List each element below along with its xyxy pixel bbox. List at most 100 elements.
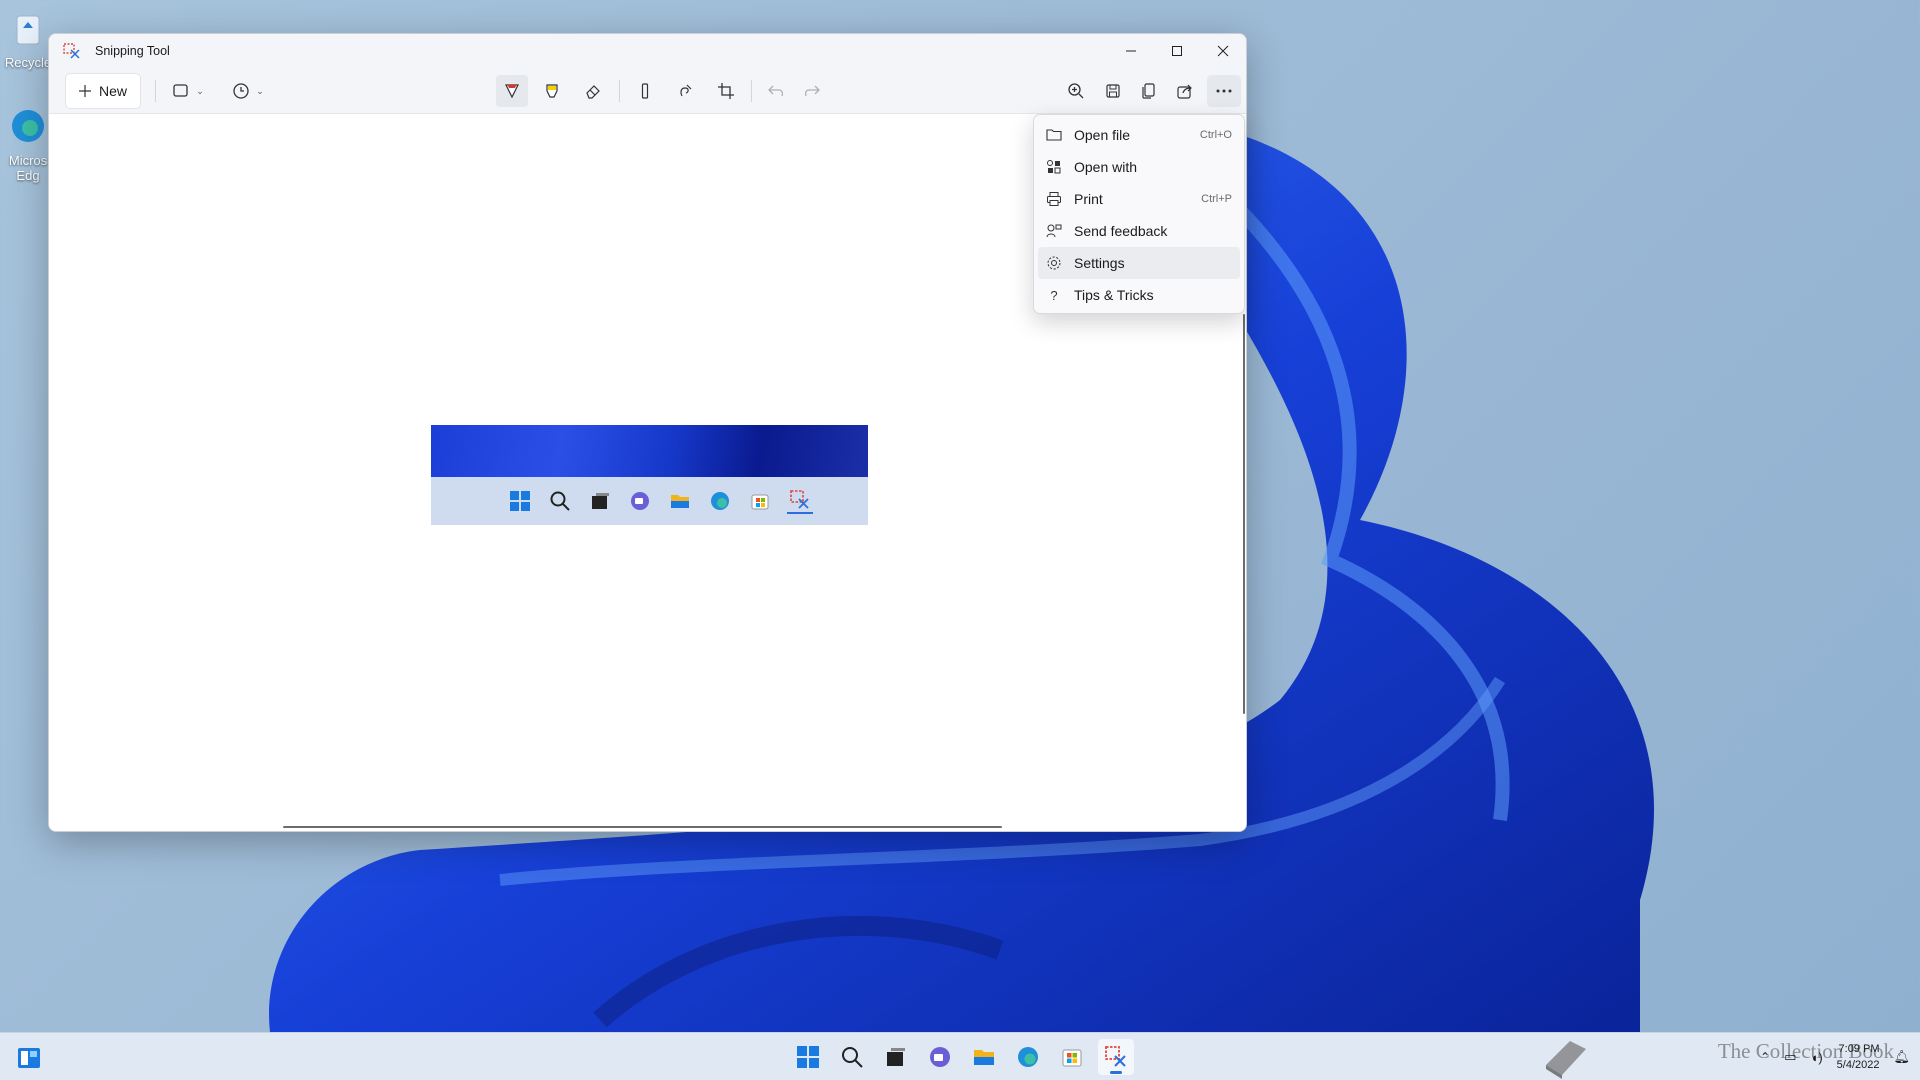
network-icon[interactable]: ▭ <box>1784 1049 1796 1065</box>
horizontal-scrollbar[interactable] <box>283 826 1002 828</box>
task-view-icon <box>887 1048 905 1066</box>
taskbar-store-button[interactable] <box>1054 1039 1090 1075</box>
feedback-icon <box>1046 223 1062 239</box>
start-icon <box>507 488 533 514</box>
menu-item-shortcut: Ctrl+P <box>1201 193 1232 205</box>
maximize-button[interactable] <box>1154 34 1200 68</box>
share-button[interactable] <box>1169 75 1201 107</box>
taskbar-edge-button[interactable] <box>1010 1039 1046 1075</box>
menu-item-label: Send feedback <box>1074 223 1168 239</box>
widgets-icon <box>18 1048 40 1068</box>
touch-writing-button[interactable] <box>670 75 702 107</box>
minimize-button[interactable] <box>1108 34 1154 68</box>
taskbar-file-explorer-button[interactable] <box>966 1039 1002 1075</box>
crop-button[interactable] <box>710 75 742 107</box>
rectangle-snip-icon <box>173 84 188 97</box>
search-icon <box>547 488 573 514</box>
delay-dropdown[interactable]: ⌄ <box>225 75 271 107</box>
clock-time: 7:09 PM <box>1838 1043 1880 1055</box>
desktop-icon-label: Micros Edg <box>8 153 48 183</box>
file-explorer-icon <box>667 488 693 514</box>
menu-item-shortcut: Ctrl+O <box>1199 129 1232 141</box>
vertical-scrollbar[interactable] <box>1243 314 1245 714</box>
close-button[interactable] <box>1200 34 1246 68</box>
recycle-bin-icon <box>16 15 40 45</box>
pen-icon <box>505 84 519 99</box>
save-button[interactable] <box>1097 75 1129 107</box>
highlighter-button[interactable] <box>536 75 568 107</box>
tray-chevron-icon[interactable]: ⌃ <box>1760 1050 1770 1064</box>
menu-item-label: Tips & Tricks <box>1074 287 1154 303</box>
printer-icon <box>1046 191 1062 207</box>
zoom-in-icon <box>1068 83 1084 99</box>
menu-item-print[interactable]: Print Ctrl+P <box>1038 183 1240 215</box>
window-title: Snipping Tool <box>95 44 170 58</box>
undo-icon <box>768 85 784 97</box>
volume-icon[interactable]: ◖) <box>1810 1050 1822 1065</box>
more-icon <box>1216 89 1232 93</box>
desktop-icon-recycle-bin[interactable]: Recycle <box>2 8 54 70</box>
desktop-icon-edge[interactable]: Micros Edg <box>2 106 54 183</box>
menu-item-open-with[interactable]: Open with <box>1038 151 1240 183</box>
chat-icon <box>930 1047 950 1067</box>
question-icon: ? <box>1050 287 1058 303</box>
taskbar-snipping-tool-button[interactable] <box>1098 1039 1134 1075</box>
menu-item-label: Open file <box>1074 127 1131 143</box>
title-bar[interactable]: Snipping Tool <box>49 34 1246 68</box>
crop-icon <box>718 83 734 99</box>
share-icon <box>1177 84 1192 99</box>
clock[interactable]: 7:09 PM 5/4/2022 <box>1837 1041 1880 1073</box>
menu-item-open-file[interactable]: Open file Ctrl+O <box>1038 119 1240 151</box>
menu-item-tips-and-tricks[interactable]: ? Tips & Tricks <box>1038 279 1240 311</box>
redo-button[interactable] <box>796 75 828 107</box>
snipping-tool-icon <box>786 488 813 514</box>
close-icon <box>1217 45 1229 57</box>
toolbar: New ⌄ ⌄ <box>49 68 1246 114</box>
plus-icon <box>78 85 91 97</box>
more-options-menu: Open file Ctrl+O Open with Print Ctrl+P … <box>1033 114 1245 314</box>
clock-date: 5/4/2022 <box>1836 1059 1880 1071</box>
redo-icon <box>804 85 820 97</box>
menu-item-label: Settings <box>1074 255 1125 271</box>
taskbar-start-button[interactable] <box>790 1039 826 1075</box>
chat-icon <box>627 488 653 514</box>
menu-item-label: Print <box>1074 191 1103 207</box>
notification-icon[interactable]: 🔔︎ <box>1893 1049 1910 1065</box>
widgets-button[interactable] <box>16 1045 42 1071</box>
search-icon <box>842 1047 863 1068</box>
toolbar-divider <box>619 80 620 102</box>
snip-wallpaper-strip <box>431 425 868 477</box>
taskbar-chat-button[interactable] <box>922 1039 958 1075</box>
toolbar-divider <box>751 80 752 102</box>
menu-item-label: Open with <box>1074 159 1138 175</box>
ruler-icon <box>641 83 649 99</box>
system-tray: ⌃ ▭ ◖) 7:09 PM 5/4/2022 🔔︎ <box>1540 1033 1910 1080</box>
snip-taskbar-strip <box>431 477 868 525</box>
menu-item-settings[interactable]: Settings <box>1038 247 1240 279</box>
ballpoint-pen-button[interactable] <box>496 75 528 107</box>
ruler-button[interactable] <box>629 75 661 107</box>
menu-item-send-feedback[interactable]: Send feedback <box>1038 215 1240 247</box>
taskbar-task-view-button[interactable] <box>878 1039 914 1075</box>
zoom-button[interactable] <box>1060 75 1092 107</box>
start-icon <box>797 1046 819 1068</box>
eraser-button[interactable] <box>577 75 609 107</box>
eraser-icon <box>586 85 600 99</box>
new-button-label: New <box>98 83 127 99</box>
file-explorer-icon <box>974 1050 994 1065</box>
minimize-icon <box>1126 50 1136 52</box>
store-icon <box>747 488 773 514</box>
clock-icon <box>233 83 249 99</box>
new-snip-button[interactable]: New <box>65 73 141 109</box>
more-options-button[interactable] <box>1207 75 1241 107</box>
snipping-tool-icon <box>63 43 80 59</box>
undo-button[interactable] <box>760 75 792 107</box>
taskbar-search-button[interactable] <box>834 1039 870 1075</box>
desktop-icon-label: Recycle <box>4 55 52 70</box>
highlighter-icon <box>546 84 558 98</box>
snip-mode-dropdown[interactable]: ⌄ <box>165 75 211 107</box>
chevron-down-icon: ⌄ <box>256 85 264 96</box>
folder-icon <box>1046 127 1062 143</box>
snipping-tool-icon <box>1105 1046 1126 1067</box>
copy-button[interactable] <box>1133 75 1165 107</box>
